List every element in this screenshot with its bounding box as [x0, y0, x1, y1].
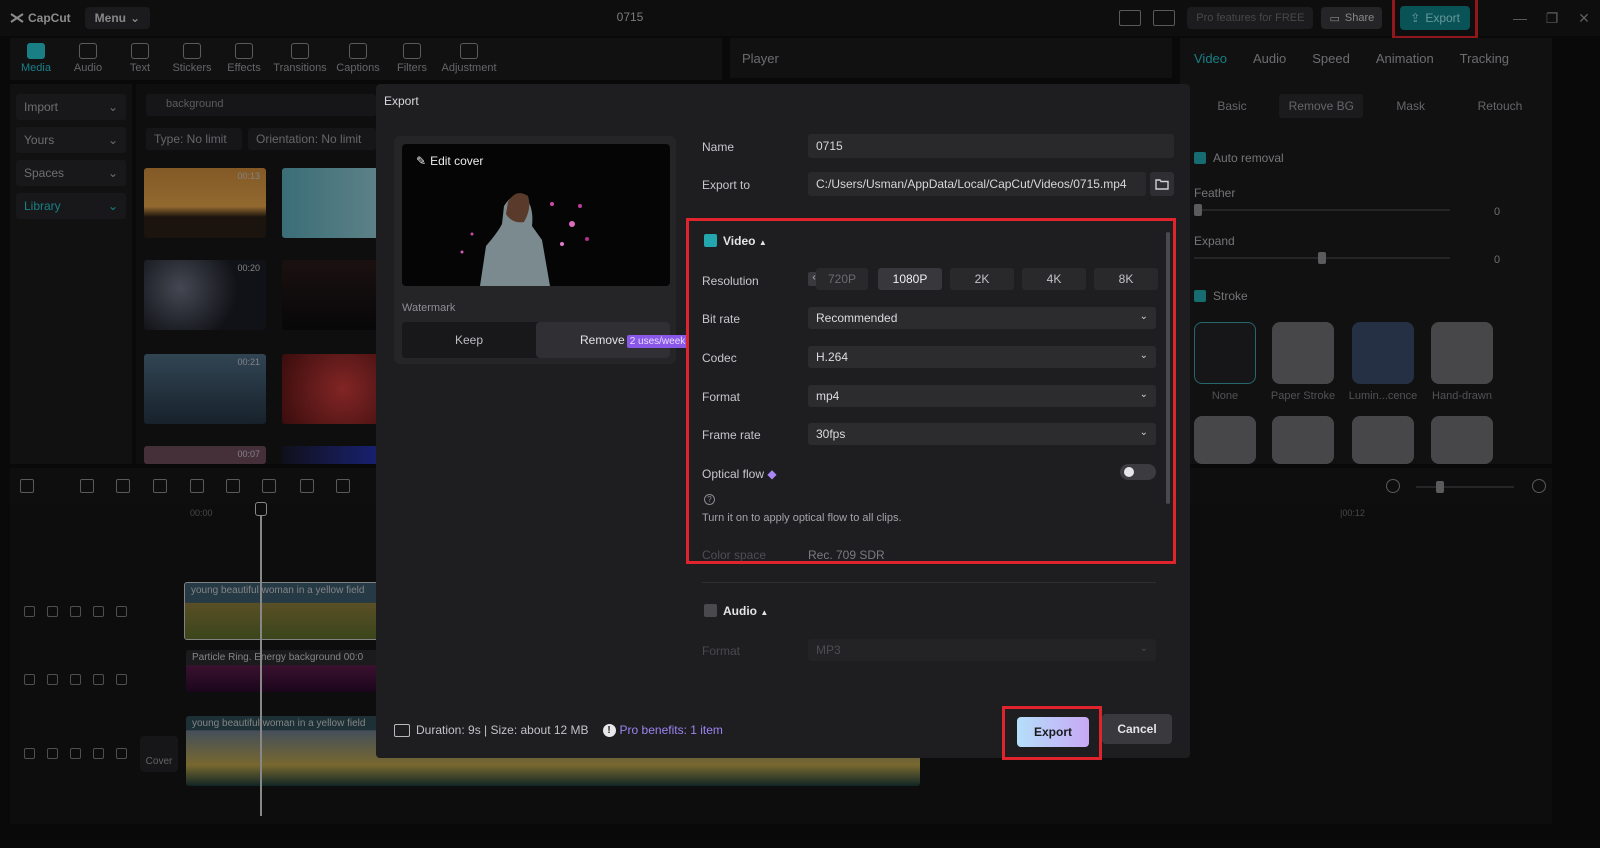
resolution-4k[interactable]: 4K: [1022, 268, 1086, 290]
export-path-field[interactable]: C:/Users/Usman/AppData/Local/CapCut/Vide…: [808, 172, 1146, 196]
color-space-value: Rec. 709 SDR: [808, 548, 885, 562]
export-summary: Duration: 9s | Size: about 12 MB ! Pro b…: [394, 722, 723, 738]
codec-label: Codec: [702, 351, 737, 365]
watermark-remove-label: Remove: [580, 333, 625, 347]
codec-select[interactable]: H.264 ⌄: [808, 346, 1156, 368]
uses-badge: 2 uses/week: [626, 335, 689, 348]
alert-icon: !: [602, 723, 616, 737]
framerate-label: Frame rate: [702, 428, 761, 442]
diamond-icon: ◆: [767, 467, 777, 481]
framerate-select[interactable]: 30fps ⌄: [808, 423, 1156, 445]
optical-flow-hint: Turn it on to apply optical flow to all …: [702, 512, 902, 524]
duration-size-text: Duration: 9s | Size: about 12 MB: [416, 723, 589, 737]
cover-preview[interactable]: ✎ Edit cover: [402, 144, 670, 286]
optical-flow-label: Optical flow ◆: [702, 467, 777, 481]
chevron-down-icon: ⌄: [1139, 350, 1148, 361]
chevron-down-icon: ⌄: [1139, 643, 1148, 654]
chevron-up-icon: ▲: [758, 238, 767, 247]
folder-icon: [1155, 179, 1169, 190]
edit-cover-label: Edit cover: [430, 154, 484, 168]
watermark-toggle: Keep Remove 2 uses/week: [402, 322, 689, 358]
folder-browse-button[interactable]: [1150, 172, 1174, 196]
bitrate-select[interactable]: Recommended ⌄: [808, 307, 1156, 329]
cancel-button[interactable]: Cancel: [1102, 714, 1172, 744]
watermark-keep-option[interactable]: Keep: [402, 322, 536, 358]
watermark-remove-option[interactable]: Remove 2 uses/week: [536, 322, 689, 358]
color-space-label: Color space: [702, 548, 767, 562]
resolution-1080p[interactable]: 1080P: [878, 268, 942, 290]
watermark-label: Watermark: [402, 302, 456, 314]
chevron-down-icon: ⌄: [1139, 389, 1148, 400]
info-icon[interactable]: ?: [704, 494, 715, 505]
audio-format-value: MP3: [816, 643, 841, 657]
audio-section-title[interactable]: Audio ▲: [723, 604, 768, 618]
optical-flow-toggle[interactable]: [1120, 464, 1156, 480]
optical-flow-text: Optical flow: [702, 467, 765, 481]
video-section-checkbox[interactable]: [704, 234, 717, 247]
resolution-label: Resolution: [702, 274, 759, 288]
film-icon: [394, 723, 410, 737]
bitrate-value: Recommended: [816, 311, 898, 325]
cover-card: ✎ Edit cover Watermark Keep Remove 2 uses…: [394, 136, 689, 364]
section-divider: [702, 582, 1156, 583]
audio-format-select[interactable]: MP3 ⌄: [808, 639, 1156, 661]
toggle-knob: [1124, 467, 1134, 477]
name-label: Name: [702, 140, 735, 154]
audio-format-label: Format: [702, 644, 741, 658]
resolution-720p[interactable]: 720P: [816, 268, 868, 290]
video-section-title[interactable]: Video ▲: [723, 234, 767, 248]
resolution-8k[interactable]: 8K: [1094, 268, 1158, 290]
chevron-down-icon: ⌄: [1139, 311, 1148, 322]
codec-value: H.264: [816, 350, 849, 364]
export-button[interactable]: Export: [1017, 717, 1089, 747]
video-section-label: Video: [723, 234, 756, 248]
edit-cover-button[interactable]: ✎ Edit cover: [416, 154, 483, 168]
resolution-2k[interactable]: 2K: [950, 268, 1014, 290]
pro-benefits-link[interactable]: Pro benefits: 1 item: [620, 723, 723, 737]
dialog-title: Export: [384, 94, 419, 108]
pencil-icon: ✎: [416, 154, 427, 168]
framerate-value: 30fps: [816, 427, 846, 441]
format-value: mp4: [816, 389, 840, 403]
bitrate-label: Bit rate: [702, 312, 741, 326]
export-button-highlight: Export: [1002, 706, 1102, 760]
export-dialog: Export ✎ Edit cover Watermark Keep Remov…: [376, 84, 1190, 760]
format-label: Format: [702, 390, 741, 404]
chevron-up-icon: ▲: [760, 608, 769, 617]
format-select[interactable]: mp4 ⌄: [808, 385, 1156, 407]
audio-section-label: Audio: [723, 604, 757, 618]
name-field[interactable]: 0715: [808, 134, 1174, 158]
export-to-label: Export to: [702, 178, 751, 192]
chevron-down-icon: ⌄: [1139, 427, 1148, 438]
audio-section-checkbox[interactable]: [704, 604, 717, 617]
settings-scrollbar[interactable]: [1166, 232, 1170, 504]
